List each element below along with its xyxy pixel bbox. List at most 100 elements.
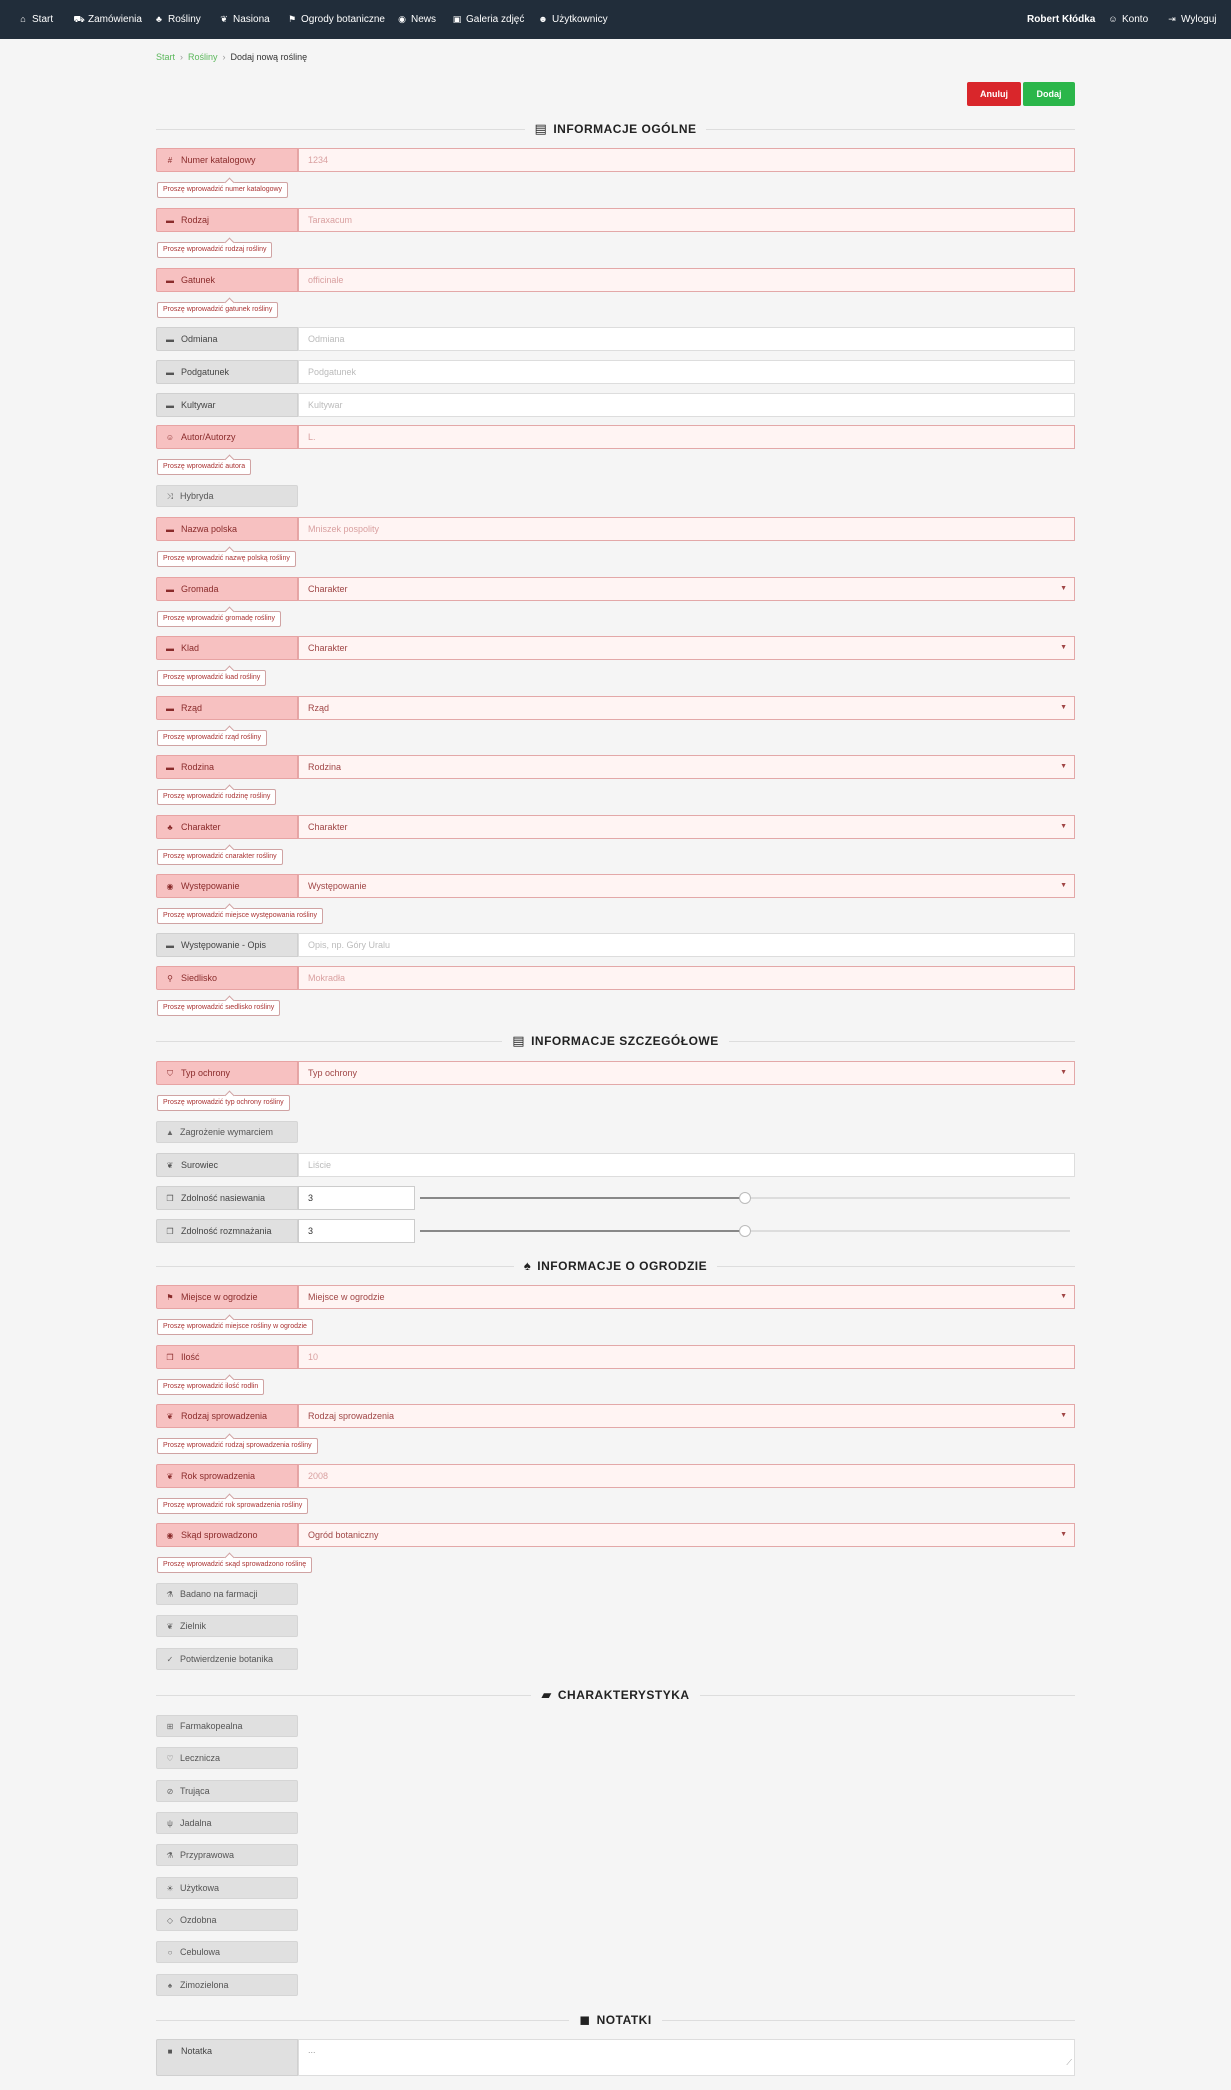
autor-autorzy-input[interactable]: L. <box>298 425 1075 449</box>
siedlisko-input[interactable]: Mokradła <box>298 966 1075 990</box>
tree-icon: ♠ <box>523 1258 532 1273</box>
chevron-down-icon: ▼ <box>1060 1531 1067 1538</box>
nazwa-polska-input[interactable]: Mniszek pospolity <box>298 517 1075 541</box>
nav-zamowienia[interactable]: ⛟ Zamówienia <box>73 0 142 39</box>
card-icon: ▬ <box>166 585 174 594</box>
checkbox-label: Zagrożenie wymarciem <box>180 1127 274 1137</box>
select-value: Rodzina <box>308 762 342 772</box>
field-label: ☺ Autor/Autorzy <box>156 425 298 449</box>
nav-news[interactable]: ◉ News <box>396 0 436 39</box>
zdolnosc-rozmnazania-input[interactable]: 3 <box>298 1219 415 1243</box>
field-wystepowanie: ◉ Występowanie Występowanie ▼ <box>156 874 1075 898</box>
checkbox-zielnik[interactable]: ❦ Zielnik <box>156 1615 298 1637</box>
checkbox-farmakopealna[interactable]: ⊞ Farmakopealna <box>156 1715 298 1737</box>
checkbox-przyprawowa[interactable]: ⚗ Przyprawowa <box>156 1844 298 1866</box>
odmiana-input[interactable]: Odmiana <box>298 327 1075 351</box>
field-odmiana: ▬ Odmiana Odmiana <box>156 327 1075 351</box>
checkbox-badano-na-farmacji[interactable]: ⚗ Badano na farmacji <box>156 1583 298 1605</box>
rzad-select[interactable]: Rząd ▼ <box>298 696 1075 720</box>
validation-tooltip: Proszę wprowadzić nazwę polską rośliny <box>157 546 296 567</box>
slider-handle[interactable] <box>739 1192 751 1204</box>
charakter-select[interactable]: Charakter ▼ <box>298 815 1075 839</box>
nav-galeria-zdjec[interactable]: ▣ Galeria zdjęć <box>451 0 525 39</box>
field-wystepowanie-opis: ▬ Występowanie - Opis Opis, np. Góry Uralu <box>156 933 1075 957</box>
user-icon: ☺ <box>1108 14 1118 24</box>
field-label: ⛉ Typ ochrony <box>156 1061 298 1085</box>
numer-katalogowy-input[interactable]: 1234 <box>298 148 1075 172</box>
checkbox-potwierdzenie-botanika[interactable]: ✓ Potwierdzenie botanika <box>156 1648 298 1670</box>
rodzina-select[interactable]: Rodzina ▼ <box>298 755 1075 779</box>
globe-icon: ◉ <box>166 882 174 891</box>
validation-message: Proszę wprowadzić miejsce występowania r… <box>163 912 318 919</box>
validation-tooltip: Proszę wprowadzić rodzaj sprowadzenia ro… <box>157 1433 318 1454</box>
nav-ogrody-botaniczne[interactable]: ⚑ Ogrody botaniczne <box>286 0 385 39</box>
chevron-down-icon: ▼ <box>1060 585 1067 592</box>
checkbox-zimozielona[interactable]: ♠ Zimozielona <box>156 1974 298 1996</box>
nav-start[interactable]: ⌂ Start <box>17 0 53 39</box>
checkbox-lecznicza[interactable]: ♡ Lecznicza <box>156 1747 298 1769</box>
podgatunek-input[interactable]: Podgatunek <box>298 360 1075 384</box>
field-rzad: ▬ Rząd Rząd ▼ <box>156 696 1075 720</box>
validation-tooltip: Proszę wprowadzić siedlisko rośliny <box>157 995 281 1016</box>
zdolnosc-nasiewania-input[interactable]: 3 <box>298 1186 415 1210</box>
checkbox-jadalna[interactable]: ψ Jadalna <box>156 1812 298 1834</box>
checkbox-zagrozenie-wymarciem[interactable]: ▲ Zagrożenie wymarciem <box>156 1121 298 1143</box>
wystepowanie-opis-input[interactable]: Opis, np. Góry Uralu <box>298 933 1075 957</box>
circle-icon: ○ <box>167 1948 173 1957</box>
field-label: ❒ Zdolność rozmnażania <box>156 1219 298 1243</box>
leaf-icon: ❦ <box>166 1622 174 1631</box>
checkbox-ozdobna[interactable]: ◇ Ozdobna <box>156 1909 298 1931</box>
nav-logout[interactable]: ⇥ Wyloguj <box>1166 0 1216 39</box>
nav-label: News <box>411 14 437 25</box>
nav-nasiona[interactable]: ❦ Nasiona <box>218 0 269 39</box>
ilosc-input[interactable]: 10 <box>298 1345 1075 1369</box>
rodzaj-input[interactable]: Taraxacum <box>298 208 1075 232</box>
field-rodzina: ▬ Rodzina Rodzina ▼ <box>156 755 1075 779</box>
miejsce-w-ogrodzie-select[interactable]: Miejsce w ogrodzie ▼ <box>298 1285 1075 1309</box>
wystepowanie-select[interactable]: Występowanie ▼ <box>298 874 1075 898</box>
select-value: Miejsce w ogrodzie <box>308 1292 385 1302</box>
checkbox-uzytkowa[interactable]: ☀ Użytkowa <box>156 1877 298 1899</box>
warning-icon: ▲ <box>166 1128 174 1137</box>
note-icon: ◼ <box>579 2012 591 2027</box>
field-label: ▬ Klad <box>156 636 298 660</box>
validation-message: Proszę wprowadzić rząd rośliny <box>163 734 262 741</box>
nav-uzytkownicy[interactable]: ☻ Użytkownicy <box>537 0 607 39</box>
note-textarea[interactable]: ... ⟋ <box>298 2039 1075 2076</box>
resize-grip-icon[interactable]: ⟋ <box>1066 2053 1072 2073</box>
section-title: INFORMACJE O OGRODZIE <box>537 1259 708 1273</box>
select-value: Typ ochrony <box>308 1068 358 1078</box>
field-label: ◉ Występowanie <box>156 874 298 898</box>
gatunek-input[interactable]: officinale <box>298 268 1075 292</box>
skad-sprowadzono-select[interactable]: Ogród botaniczny ▼ <box>298 1523 1075 1547</box>
rok-sprowadzenia-input[interactable]: 2008 <box>298 1464 1075 1488</box>
slider-handle[interactable] <box>739 1225 751 1237</box>
zdolnosc-nasiewania-slider[interactable] <box>420 1197 745 1199</box>
checkbox-cebulowa[interactable]: ○ Cebulowa <box>156 1941 298 1963</box>
add-button[interactable]: Dodaj <box>1023 82 1075 106</box>
klad-select[interactable]: Charakter ▼ <box>298 636 1075 660</box>
nav-account[interactable]: ☺ Konto <box>1107 0 1148 39</box>
breadcrumb-plants[interactable]: Rośliny <box>188 52 218 62</box>
cancel-button[interactable]: Anuluj <box>967 82 1021 106</box>
checkbox-hybryda[interactable]: ⤨ Hybryda <box>156 485 298 507</box>
validation-tooltip: Proszę wprowadzić typ ochrony rośliny <box>157 1090 290 1111</box>
validation-message: Proszę wprowadzić gatunek rośliny <box>163 306 273 313</box>
validation-message: Proszę wprowadzić skąd sprowadzono rośli… <box>163 1561 307 1568</box>
cart-icon: ⛟ <box>73 14 85 24</box>
field-label-text: Występowanie <box>181 881 240 891</box>
stethoscope-icon: ♡ <box>166 1754 174 1763</box>
surowiec-input[interactable]: Liście <box>298 1153 1075 1177</box>
field-label: ❒ Zdolność nasiewania <box>156 1186 298 1210</box>
rodzaj-sprowadzenia-select[interactable]: Rodzaj sprowadzenia ▼ <box>298 1404 1075 1428</box>
field-label: # Numer katalogowy <box>156 148 298 172</box>
typ-ochrony-select[interactable]: Typ ochrony ▼ <box>298 1061 1075 1085</box>
nav-rosliny[interactable]: ♣ Rośliny <box>153 0 201 39</box>
gromada-select[interactable]: Charakter ▼ <box>298 577 1075 601</box>
zdolnosc-rozmnazania-slider[interactable] <box>420 1230 745 1232</box>
nav-label: Zamówienia <box>88 14 142 25</box>
kultywar-input[interactable]: Kultywar <box>298 393 1075 417</box>
breadcrumb-home[interactable]: Start <box>156 52 175 62</box>
checkbox-trujaca[interactable]: ⊘ Trująca <box>156 1780 298 1802</box>
field-charakter: ♣ Charakter Charakter ▼ <box>156 815 1075 839</box>
